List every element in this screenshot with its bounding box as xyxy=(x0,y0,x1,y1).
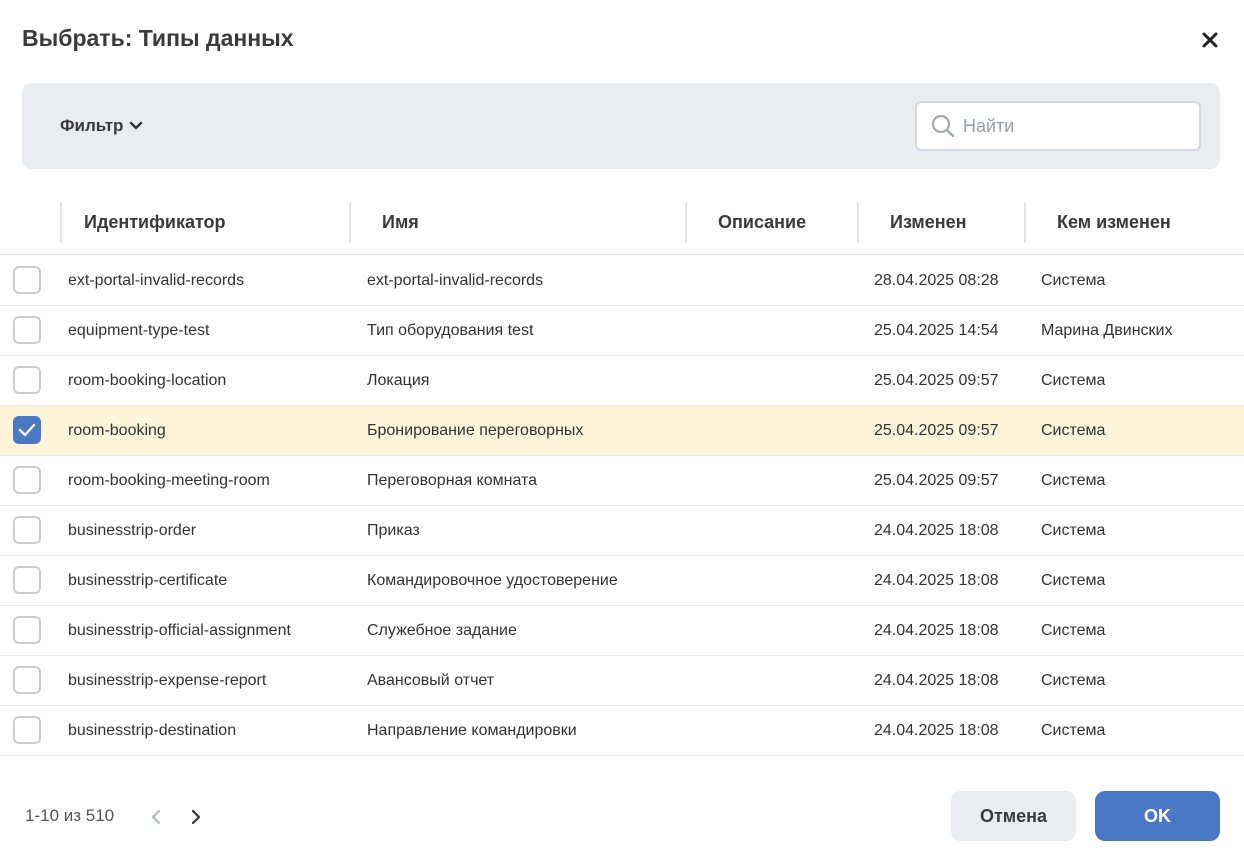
column-header-name[interactable]: Имя xyxy=(382,212,419,233)
row-checkbox[interactable] xyxy=(13,716,41,744)
column-divider[interactable] xyxy=(349,202,351,243)
cell-modified: 25.04.2025 09:57 xyxy=(874,372,999,389)
cell-name: Переговорная комната xyxy=(367,472,538,489)
column-divider[interactable] xyxy=(685,202,687,243)
cell-name: Направление командировки xyxy=(367,722,577,739)
cell-name: Командировочное удостоверение xyxy=(367,572,618,589)
cell-modified-by: Система xyxy=(1041,272,1106,289)
row-checkbox[interactable] xyxy=(13,516,41,544)
table-row[interactable]: room-booking Бронирование переговорных 25.… xyxy=(0,406,1244,456)
cell-modified-by: Система xyxy=(1041,522,1106,539)
cell-id: businesstrip-official-assignment xyxy=(68,622,291,639)
cell-modified-by: Система xyxy=(1041,472,1106,489)
cell-name: Тип оборудования test xyxy=(367,322,534,339)
cell-modified-by: Марина Двинских xyxy=(1041,322,1173,339)
close-icon[interactable] xyxy=(1197,27,1223,53)
column-header-id[interactable]: Идентификатор xyxy=(84,212,226,233)
table-row[interactable]: equipment-type-test Тип оборудования test… xyxy=(0,306,1244,356)
table-header: Идентификатор Имя Описание Изменен Кем и… xyxy=(0,195,1244,255)
cell-modified: 24.04.2025 18:08 xyxy=(874,622,999,639)
cell-modified-by: Система xyxy=(1041,722,1106,739)
column-header-modified-by[interactable]: Кем изменен xyxy=(1057,212,1171,233)
row-checkbox[interactable] xyxy=(13,616,41,644)
cell-modified-by: Система xyxy=(1041,422,1106,439)
next-page-button[interactable] xyxy=(186,806,206,828)
table-row[interactable]: room-booking-location Локация 25.04.2025 0… xyxy=(0,356,1244,406)
row-checkbox[interactable] xyxy=(13,666,41,694)
chevron-left-icon[interactable] xyxy=(147,806,167,828)
cell-modified: 28.04.2025 08:28 xyxy=(874,272,999,289)
cancel-button[interactable]: Отмена xyxy=(951,791,1076,841)
column-divider[interactable] xyxy=(857,202,859,243)
row-checkbox[interactable] xyxy=(13,566,41,594)
row-checkbox[interactable] xyxy=(13,366,41,394)
dialog-title: Выбрать: Типы данных xyxy=(22,25,294,51)
cell-id: businesstrip-certificate xyxy=(68,572,228,589)
checkmark-icon xyxy=(18,423,36,437)
column-divider[interactable] xyxy=(1024,202,1026,243)
row-checkbox[interactable] xyxy=(13,416,41,444)
table-row[interactable]: ext-portal-invalid-records ext-portal-inv… xyxy=(0,256,1244,306)
cell-modified: 24.04.2025 18:08 xyxy=(874,522,999,539)
cell-name: Бронирование переговорных xyxy=(367,422,584,439)
cell-name: Приказ xyxy=(367,522,420,539)
cell-name: ext-portal-invalid-records xyxy=(367,272,544,289)
select-dialog: Выбрать: Типы данных Фильтр Идентификато… xyxy=(0,0,1244,863)
cell-id: businesstrip-expense-report xyxy=(68,672,267,689)
cell-modified: 24.04.2025 18:08 xyxy=(874,722,999,739)
cell-id: equipment-type-test xyxy=(68,322,210,339)
table-row[interactable]: businesstrip-official-assignment Служебно… xyxy=(0,606,1244,656)
search-icon xyxy=(931,114,955,138)
cell-id: room-booking-meeting-room xyxy=(68,472,270,489)
cell-name: Авансовый отчет xyxy=(367,672,495,689)
column-divider[interactable] xyxy=(60,202,62,243)
table-row[interactable]: businesstrip-expense-report Авансовый отч… xyxy=(0,656,1244,706)
cell-modified: 24.04.2025 18:08 xyxy=(874,572,999,589)
row-checkbox[interactable] xyxy=(13,316,41,344)
filter-toolbar: Фильтр xyxy=(22,83,1220,169)
cell-name: Служебное задание xyxy=(367,622,517,639)
search-input[interactable] xyxy=(963,115,1183,137)
table-row[interactable]: businesstrip-certificate Командировочное … xyxy=(0,556,1244,606)
close-button[interactable] xyxy=(1197,27,1223,53)
column-header-description[interactable]: Описание xyxy=(718,212,806,233)
cell-modified: 24.04.2025 18:08 xyxy=(874,672,999,689)
cell-id: businesstrip-order xyxy=(68,522,197,539)
cell-modified-by: Система xyxy=(1041,372,1106,389)
cell-id: room-booking-location xyxy=(68,372,227,389)
cell-modified: 25.04.2025 14:54 xyxy=(874,322,999,339)
table-row[interactable]: businesstrip-destination Направление кома… xyxy=(0,706,1244,756)
search-box[interactable] xyxy=(915,101,1201,151)
column-header-modified[interactable]: Изменен xyxy=(890,212,967,233)
cell-id: ext-portal-invalid-records xyxy=(68,272,245,289)
cell-id: room-booking xyxy=(68,422,166,439)
filter-label: Фильтр xyxy=(60,116,124,135)
row-checkbox[interactable] xyxy=(13,466,41,494)
ok-button[interactable]: OK xyxy=(1095,791,1220,841)
chevron-down-icon xyxy=(130,121,143,130)
pagination-info: 1-10 из 510 xyxy=(25,806,115,825)
cell-modified-by: Система xyxy=(1041,672,1106,689)
cell-id: businesstrip-destination xyxy=(68,722,237,739)
cell-modified-by: Система xyxy=(1041,572,1106,589)
chevron-right-icon[interactable] xyxy=(186,806,206,828)
cell-modified-by: Система xyxy=(1041,622,1106,639)
cell-modified: 25.04.2025 09:57 xyxy=(874,422,999,439)
table-row[interactable]: room-booking-meeting-room Переговорная ко… xyxy=(0,456,1244,506)
cell-name: Локация xyxy=(367,372,430,389)
cell-modified: 25.04.2025 09:57 xyxy=(874,472,999,489)
filter-dropdown-button[interactable]: Фильтр xyxy=(60,114,143,138)
table-body: ext-portal-invalid-records ext-portal-inv… xyxy=(0,256,1244,756)
prev-page-button[interactable] xyxy=(147,806,167,828)
row-checkbox[interactable] xyxy=(13,266,41,294)
table-row[interactable]: businesstrip-order Приказ 24.04.2025 18:08… xyxy=(0,506,1244,556)
